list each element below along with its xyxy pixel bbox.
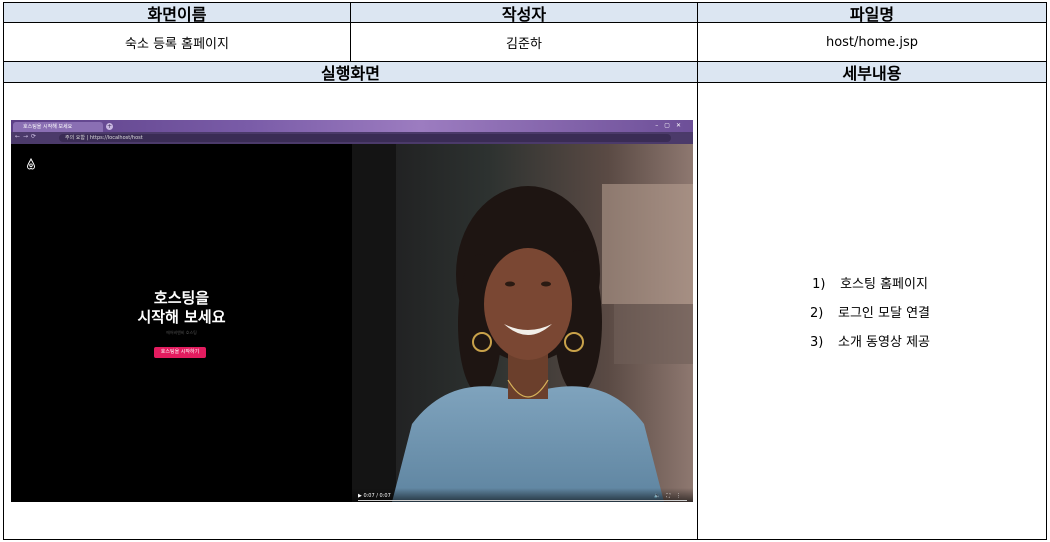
- start-hosting-button[interactable]: 호스팅을 시작하기: [154, 347, 206, 358]
- screen-name-header: 화면이름: [3, 2, 351, 24]
- hero-title: 호스팅을 시작해 보세요: [11, 289, 352, 327]
- list-item: 1) 호스팅 홈페이지: [700, 270, 1040, 299]
- browser-tab[interactable]: 호스팅을 시작해 보세요: [13, 122, 103, 132]
- video-time-label: 0:07 / 0:07: [363, 493, 391, 499]
- nav-buttons-icon[interactable]: ←→⟳: [15, 133, 39, 140]
- video-time: ▶ 0:07 / 0:07: [358, 493, 391, 499]
- details-list: 1) 호스팅 홈페이지 2) 로그인 모달 연결 3) 소개 동영상 제공: [700, 270, 1040, 357]
- item-text: 로그인 모달 연결: [838, 306, 930, 321]
- hero-title-line1: 호스팅을: [153, 289, 210, 307]
- video-progress-bar[interactable]: [358, 500, 687, 501]
- address-bar[interactable]: 주의 요함 | https://localhost/host: [59, 134, 671, 142]
- author-header: 작성자: [350, 2, 698, 24]
- author-value: 김준하: [350, 22, 698, 62]
- airbnb-logo-icon[interactable]: [25, 157, 37, 170]
- details-header: 세부내용: [697, 61, 1047, 83]
- video-controls: ▶ 0:07 / 0:07 🔈⛶⋮: [352, 488, 693, 502]
- file-name-header: 파일명: [697, 2, 1047, 24]
- intro-video[interactable]: ▶ 0:07 / 0:07 🔈⛶⋮: [352, 144, 693, 502]
- window-controls[interactable]: –▢✕: [655, 122, 687, 129]
- item-text: 호스팅 홈페이지: [840, 277, 928, 292]
- hero-title-line2: 시작해 보세요: [137, 308, 226, 326]
- hero-subtitle: 에어비앤비 호스팅: [166, 330, 197, 335]
- new-tab-icon[interactable]: +: [106, 123, 113, 130]
- app-screenshot: 호스팅을 시작해 보세요 + –▢✕ ←→⟳ 주의 요함 | https://l…: [11, 120, 693, 502]
- item-number: 3): [810, 335, 824, 350]
- browser-tab-strip: 호스팅을 시작해 보세요 + –▢✕: [11, 120, 693, 132]
- file-name-value: host/home.jsp: [697, 22, 1047, 62]
- item-number: 1): [812, 277, 826, 292]
- list-item: 3) 소개 동영상 제공: [700, 328, 1040, 357]
- hero-panel: 호스팅을 시작해 보세요 에어비앤비 호스팅 호스팅을 시작하기: [11, 144, 352, 502]
- video-frame-image: [352, 144, 693, 502]
- screen-name-value: 숙소 등록 홈페이지: [3, 22, 351, 62]
- run-screen-header: 실행화면: [3, 61, 698, 83]
- list-item: 2) 로그인 모달 연결: [700, 299, 1040, 328]
- video-control-icons[interactable]: 🔈⛶⋮: [654, 493, 687, 499]
- browser-toolbar: ←→⟳ 주의 요함 | https://localhost/host: [11, 132, 693, 144]
- item-text: 소개 동영상 제공: [838, 335, 930, 350]
- item-number: 2): [810, 306, 824, 321]
